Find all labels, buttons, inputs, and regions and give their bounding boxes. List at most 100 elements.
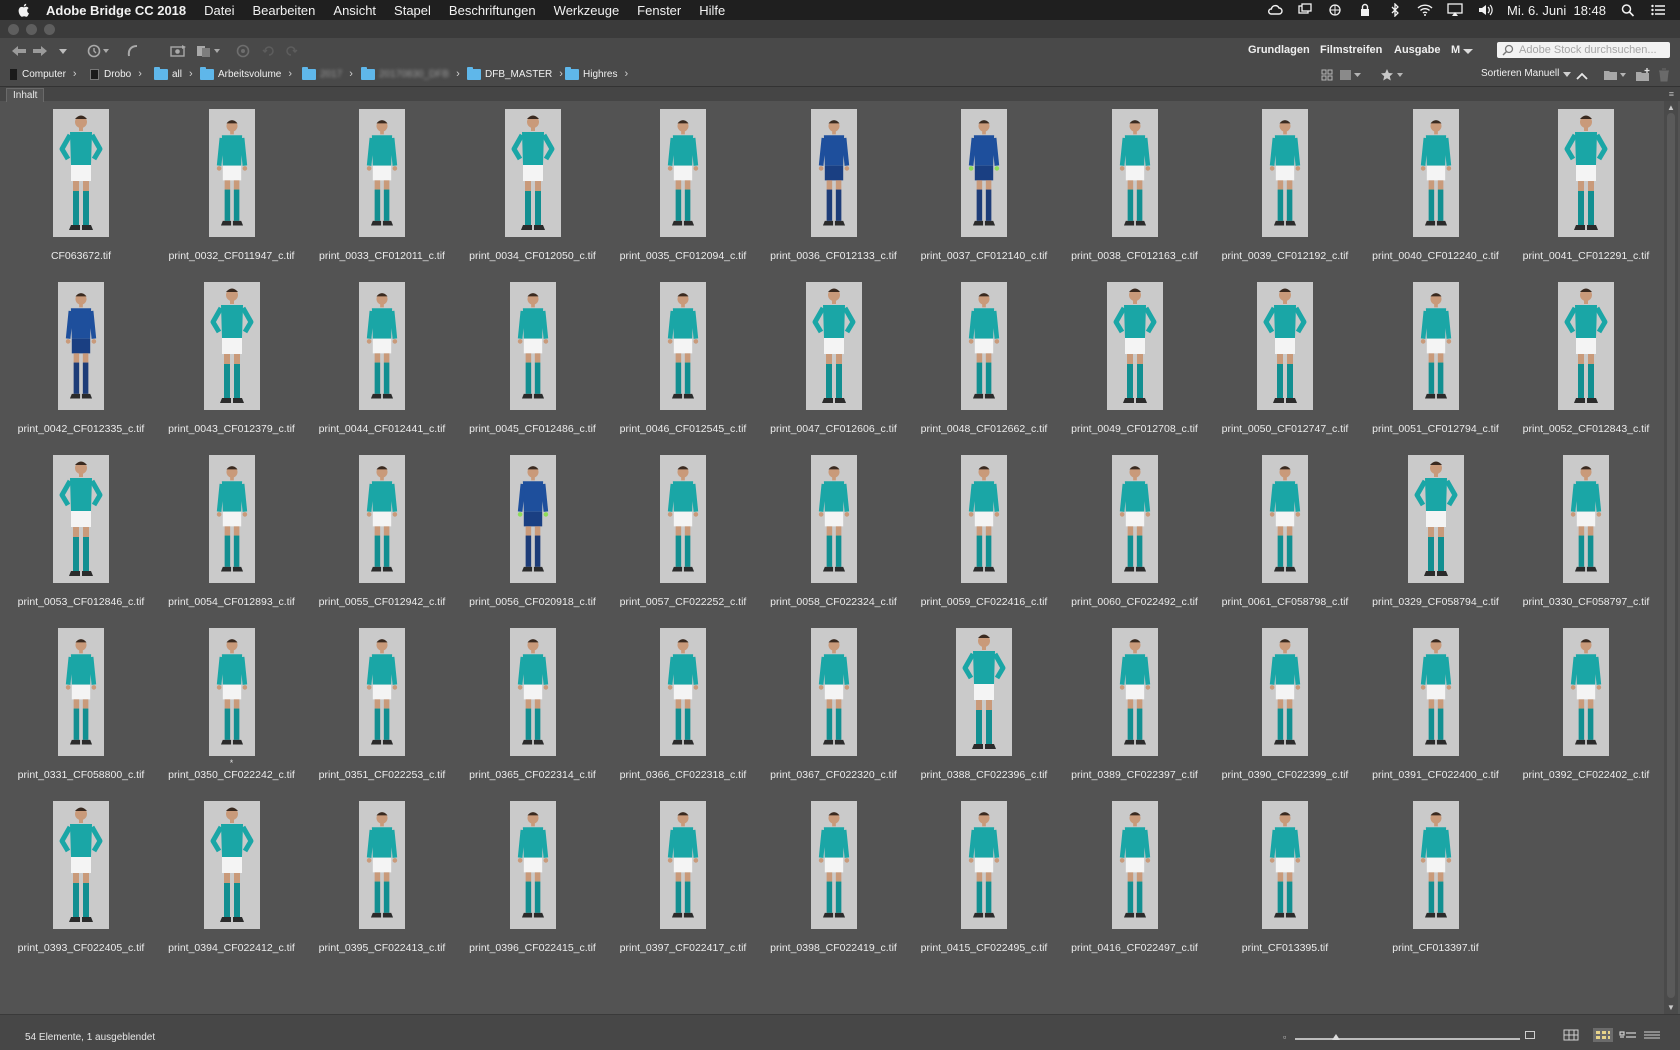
thumbnail-image[interactable] — [359, 455, 405, 583]
thumbnail-image[interactable] — [359, 109, 405, 237]
thumbnail-item[interactable]: print_0038_CF012163_c.tif — [1060, 101, 1210, 286]
rotate-left-button[interactable] — [262, 42, 276, 60]
thumbnail-item[interactable]: print_0053_CF012846_c.tif — [6, 447, 156, 632]
creative-cloud-icon[interactable] — [1267, 3, 1283, 17]
thumbnail-image[interactable] — [1262, 109, 1308, 237]
thumbnail-item[interactable]: print_0035_CF012094_c.tif — [608, 101, 758, 286]
minimize-window-button[interactable] — [26, 24, 37, 35]
thumbnail-item[interactable]: print_0415_CF022495_c.tif — [909, 793, 1059, 978]
thumbnail-item[interactable]: print_0045_CF012486_c.tif — [458, 274, 608, 459]
thumbnail-image[interactable] — [961, 801, 1007, 929]
thumbnail-item[interactable]: print_0366_CF022318_c.tif — [608, 620, 758, 805]
thumbnail-item[interactable]: print_0389_CF022397_c.tif — [1060, 620, 1210, 805]
camera-raw-button[interactable] — [236, 42, 250, 60]
menu-hilfe[interactable]: Hilfe — [699, 3, 725, 18]
thumbnail-item[interactable]: print_0056_CF020918_c.tif — [458, 447, 608, 632]
workspace-filmstreifen[interactable]: Filmstreifen — [1320, 44, 1382, 56]
thumbnail-item[interactable]: print_0329_CF058794_c.tif — [1361, 447, 1511, 632]
thumbnail-image[interactable] — [208, 109, 255, 237]
thumbnail-item[interactable]: print_0351_CF022253_c.tif — [307, 620, 457, 805]
crumb-dfb-master[interactable]: DFB_MASTER › — [467, 66, 563, 80]
list-view-icon[interactable] — [1643, 1030, 1661, 1040]
thumbnail-item[interactable]: print_0394_CF022412_c.tif — [157, 793, 307, 978]
thumbnail-item[interactable]: print_0048_CF012662_c.tif — [909, 274, 1059, 459]
scroll-down-icon[interactable]: ▼ — [1667, 1003, 1675, 1012]
thumbnail-item[interactable]: print_0396_CF022415_c.tif — [458, 793, 608, 978]
thumbnail-image[interactable] — [1412, 801, 1459, 929]
thumbnail-image[interactable] — [1563, 628, 1609, 756]
small-thumb-icon[interactable]: ▫ — [1283, 1032, 1286, 1042]
history-dropdown[interactable] — [58, 42, 68, 60]
thumbnail-item[interactable]: print_0388_CF022396_c.tif — [909, 620, 1059, 805]
bluetooth-icon[interactable] — [1387, 3, 1403, 17]
thumbnail-item[interactable]: print_0032_CF011947_c.tif — [157, 101, 307, 286]
crumb-all[interactable]: all › — [154, 66, 193, 80]
thumbnail-item[interactable]: print_0042_CF012335_c.tif — [6, 274, 156, 459]
thumbnail-item[interactable]: print_0397_CF022417_c.tif — [608, 793, 758, 978]
lock-icon[interactable] — [1357, 3, 1373, 17]
thumbnail-image[interactable] — [961, 282, 1007, 410]
thumbnail-item[interactable]: print_0398_CF022419_c.tif — [759, 793, 909, 978]
thumbnail-item[interactable]: print_0034_CF012050_c.tif — [458, 101, 608, 286]
thumbnail-image[interactable] — [1412, 109, 1459, 237]
thumbnail-image[interactable] — [1106, 282, 1163, 410]
thumbnail-size-slider-knob[interactable] — [1331, 1034, 1340, 1040]
thumbnail-image[interactable] — [53, 455, 109, 583]
thumbnail-image[interactable] — [1262, 455, 1308, 583]
menu-werkzeuge[interactable]: Werkzeuge — [554, 3, 620, 18]
thumbnail-image[interactable] — [359, 282, 405, 410]
thumbnail-image[interactable] — [509, 455, 556, 583]
large-thumb-icon[interactable] — [1525, 1031, 1535, 1039]
return-to-photoshop-button[interactable] — [126, 42, 140, 60]
menu-fenster[interactable]: Fenster — [637, 3, 681, 18]
rating-filter-dropdown[interactable] — [1380, 66, 1406, 84]
get-photos-button[interactable] — [170, 42, 188, 60]
view-grid-button[interactable] — [1320, 66, 1334, 84]
refine-button[interactable] — [196, 42, 222, 60]
thumbnail-image[interactable] — [53, 801, 109, 929]
spotlight-search-icon[interactable] — [1620, 3, 1636, 17]
thumbnail-item[interactable]: CF063672.tif — [6, 101, 156, 286]
thumbnail-item[interactable]: print_0055_CF012942_c.tif — [307, 447, 457, 632]
thumbnail-image[interactable] — [504, 109, 561, 237]
recent-folders-button[interactable] — [86, 42, 110, 60]
thumbnail-image[interactable] — [805, 282, 862, 410]
thumbnail-image[interactable] — [203, 801, 260, 929]
tab-inhalt[interactable]: Inhalt — [6, 88, 45, 102]
thumbnail-item[interactable]: print_0049_CF012708_c.tif — [1060, 274, 1210, 459]
thumbnail-item[interactable]: print_0033_CF012011_c.tif — [307, 101, 457, 286]
menu-bearbeiten[interactable]: Bearbeiten — [253, 3, 316, 18]
thumbnail-item[interactable]: print_0036_CF012133_c.tif — [759, 101, 909, 286]
thumbnail-item[interactable]: print_0057_CF022252_c.tif — [608, 447, 758, 632]
thumbnail-image[interactable] — [660, 109, 706, 237]
rotate-right-button[interactable] — [284, 42, 298, 60]
menu-beschriftungen[interactable]: Beschriftungen — [449, 3, 536, 18]
thumbnail-image[interactable] — [1257, 282, 1313, 410]
scroll-up-icon[interactable]: ▲ — [1667, 103, 1675, 112]
thumbnail-image[interactable] — [58, 282, 104, 410]
thumbnail-image[interactable] — [53, 109, 109, 237]
mirror-display-icon[interactable] — [1297, 3, 1313, 17]
sort-direction-button[interactable] — [1576, 67, 1588, 85]
content-scrollbar[interactable]: ▲ ▼ — [1664, 101, 1678, 1014]
thumbnail-image[interactable] — [1412, 628, 1459, 756]
thumbnail-image[interactable] — [660, 455, 706, 583]
thumbnail-item[interactable]: print_0060_CF022492_c.tif — [1060, 447, 1210, 632]
sort-dropdown[interactable]: Sortieren Manuell — [1481, 68, 1572, 79]
thumbnail-item[interactable]: print_0041_CF012291_c.tif — [1511, 101, 1661, 286]
adobe-stock-search[interactable] — [1497, 42, 1670, 58]
thumbnail-image[interactable] — [810, 801, 857, 929]
thumbnail-image[interactable] — [1412, 282, 1459, 410]
thumbnail-item[interactable]: print_0054_CF012893_c.tif — [157, 447, 307, 632]
thumbnail-size-slider[interactable] — [1295, 1034, 1520, 1040]
thumbnail-image[interactable] — [810, 628, 857, 756]
thumbnail-item[interactable]: print_0059_CF022416_c.tif — [909, 447, 1059, 632]
thumbnail-item[interactable]: print_0392_CF022402_c.tif — [1511, 620, 1661, 805]
details-view-icon[interactable] — [1619, 1030, 1637, 1040]
thumbnail-item[interactable]: print_0416_CF022497_c.tif — [1060, 793, 1210, 978]
thumbnail-image[interactable] — [359, 801, 405, 929]
thumbnail-image[interactable] — [1558, 109, 1614, 237]
thumbnail-image[interactable] — [810, 109, 857, 237]
view-thumbnails-button[interactable] — [1593, 1028, 1613, 1042]
thumbnail-item[interactable]: print_0058_CF022324_c.tif — [759, 447, 909, 632]
